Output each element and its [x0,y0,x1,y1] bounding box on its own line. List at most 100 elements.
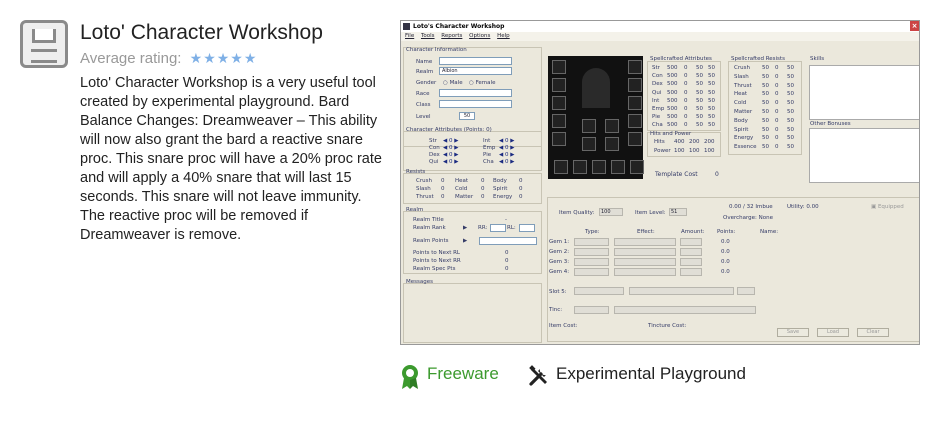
sc-attr-cell: 50 [696,114,703,121]
equipment-slot[interactable] [573,160,587,174]
average-rating: Average rating: ★★★★★ [80,50,257,67]
equipment-slot[interactable] [630,160,644,174]
class-select[interactable] [439,100,512,108]
female-radio[interactable]: ○ Female [469,80,495,86]
sc-attr-cell: 0 [684,81,688,88]
item-level-input[interactable]: 51 [669,208,687,216]
skills-list[interactable] [809,65,919,120]
gem-select[interactable] [614,238,676,246]
sc-attr-cell: Int [652,97,660,104]
level-input[interactable]: 50 [459,112,475,120]
tinc-type-select[interactable] [574,306,609,314]
resist-cell: Crush [416,178,432,184]
gem-select[interactable] [614,258,676,266]
realm-points-arrow-icon[interactable]: ▶ [463,238,467,244]
male-radio[interactable]: ○ Male [443,80,463,86]
hits-power-cell: 100 [689,148,700,154]
tools-icon [529,365,547,386]
name-input[interactable] [439,57,512,65]
sc-resist-cell: 50 [787,109,794,115]
menu-reports[interactable]: Reports [441,33,462,39]
realm-points-input[interactable] [479,237,537,245]
messages-panel [403,283,542,343]
rl-input[interactable] [519,224,535,232]
skills-header: Skills [810,56,825,62]
slot5-amount[interactable] [737,287,755,295]
gem-select[interactable] [680,248,702,256]
equipment-slot[interactable] [582,119,596,133]
window-title: Loto's Character Workshop [413,23,505,30]
rating-label: Average rating: [80,50,182,67]
equipment-slot[interactable] [628,60,642,74]
gem-select[interactable] [614,248,676,256]
attributes-header: Character Attributes (Points: 0) [406,127,492,133]
hits-power-cell: 200 [689,139,700,145]
race-label: Race [416,91,430,97]
realm-rank-label: Realm Rank [413,225,446,231]
equipment-slot[interactable] [554,160,568,174]
load-button[interactable]: Load [817,328,849,337]
sc-resist-cell: 0 [775,126,779,133]
gem-select[interactable] [680,268,702,276]
gem-select[interactable] [574,238,609,246]
rl-label: RL: [507,225,516,231]
menu-help[interactable]: Help [497,33,510,39]
sc-attr-cell: 50 [708,65,715,71]
equipment-slot[interactable] [552,114,566,128]
sc-resist-cell: 50 [787,82,794,89]
hits-power-cell: 100 [674,148,685,154]
realm-select[interactable]: Albion [439,67,512,75]
gem-select[interactable] [680,258,702,266]
equipment-slot[interactable] [552,96,566,110]
resist-cell: 0 [519,178,523,184]
app-screenshot: Loto's Character Workshop × File Tools R… [400,20,920,345]
gem-select[interactable] [574,268,609,276]
attr-left-value: ◀ 0 ▶ [443,159,459,165]
gem-select[interactable] [574,248,609,256]
item-quality-label: Item Quality: [559,210,595,216]
gem-select[interactable] [614,268,676,276]
menu-tools[interactable]: Tools [421,33,435,39]
equipped-checkbox[interactable]: ▣ Equipped [871,204,904,210]
slot5-effect-select[interactable] [629,287,734,295]
equipment-slot[interactable] [605,137,619,151]
menu-options[interactable]: Options [469,33,490,39]
equipment-slot[interactable] [552,132,566,146]
equipment-slot[interactable] [605,119,619,133]
race-select[interactable] [439,89,512,97]
gem-select[interactable] [574,258,609,266]
sc-attributes-panel [647,61,721,131]
equipment-slot[interactable] [552,60,566,74]
equipment-slot[interactable] [628,132,642,146]
developer-label[interactable]: Experimental Playground [556,364,746,384]
equipment-slot[interactable] [611,160,625,174]
equipment-slot[interactable] [628,114,642,128]
sc-attr-cell: 50 [708,114,715,121]
attr-right-name: Emp [483,145,496,151]
close-icon[interactable]: × [910,21,919,31]
sc-attr-cell: 50 [696,122,703,129]
resist-cell: 0 [481,178,485,184]
equipment-slot[interactable] [628,96,642,110]
attr-left-name: Qui [429,159,439,165]
sc-resist-cell: Matter [734,109,753,115]
realm-rank-arrow-icon[interactable]: ▶ [463,225,467,231]
save-button[interactable]: Save [777,328,809,337]
tinc-effect-select[interactable] [614,306,756,314]
gem-label: Gem 4: [549,269,570,275]
equipment-slot[interactable] [592,160,606,174]
rr-input[interactable] [490,224,506,232]
clear-button[interactable]: Clear [857,328,889,337]
menu-file[interactable]: File [405,33,414,39]
item-quality-select[interactable]: 100 [599,208,623,216]
gem-select[interactable] [680,238,702,246]
gem-label: Gem 2: [549,249,570,255]
sc-resist-cell: 0 [775,73,779,80]
equipment-slot[interactable] [628,78,642,92]
equipment-slot[interactable] [552,78,566,92]
equipment-slot[interactable] [582,137,596,151]
slot5-type-select[interactable] [574,287,624,295]
license-label[interactable]: Freeware [427,364,499,384]
other-bonuses-list[interactable] [809,128,919,183]
resist-cell: Thrust [416,194,434,200]
